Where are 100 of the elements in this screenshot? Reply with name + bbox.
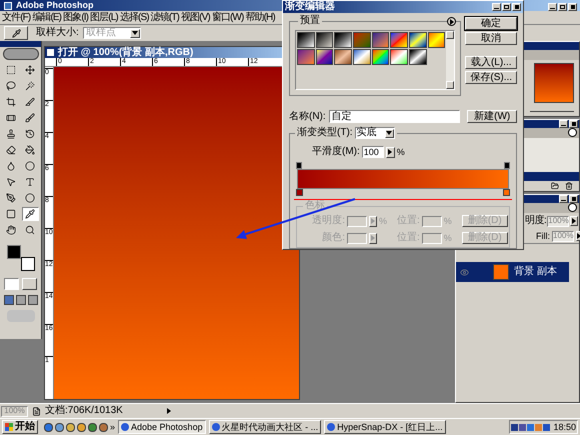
menu-item[interactable]: 窗口(W): [212, 12, 246, 22]
gradient-preset-swatch[interactable]: [316, 49, 334, 65]
gradient-preset-swatch[interactable]: [297, 32, 315, 48]
new-button[interactable]: 新建(W): [467, 110, 517, 123]
menu-item[interactable]: 编辑(E): [32, 12, 64, 22]
position-field[interactable]: [422, 216, 442, 226]
presets-menu-button[interactable]: [447, 17, 456, 26]
dialog-button[interactable]: 取消: [465, 32, 517, 45]
taskbar-task[interactable]: HyperSnap-DX - [红日上...: [324, 420, 446, 434]
gradient-type-select[interactable]: 实底: [354, 127, 395, 139]
gradient-preset-swatch[interactable]: [390, 32, 408, 48]
gradient-preset-swatch[interactable]: [297, 49, 315, 65]
dropdown-arrow-icon: [132, 31, 138, 35]
smoothness-field[interactable]: 100: [362, 146, 384, 158]
close-button[interactable]: [512, 3, 521, 11]
maximize-button[interactable]: [502, 3, 511, 11]
pointer-icon: [6, 177, 16, 187]
minimize-button[interactable]: [559, 195, 568, 203]
menu-item[interactable]: 视图(V): [180, 12, 212, 22]
color-stops-label: 色标: [303, 201, 327, 211]
menu-item[interactable]: 帮助(H): [245, 12, 277, 22]
minimize-button[interactable]: [559, 120, 568, 128]
dialog-button[interactable]: 确定: [465, 17, 517, 30]
trash-icon[interactable]: [565, 182, 573, 190]
position-unit: %: [444, 234, 452, 242]
start-button[interactable]: 开始: [2, 420, 38, 434]
smoothness-unit: %: [396, 148, 405, 156]
menu-item[interactable]: 文件(F): [2, 12, 32, 22]
menu-item[interactable]: 选择(S): [120, 12, 151, 22]
gradient-preset-swatch[interactable]: [316, 32, 334, 48]
close-button[interactable]: [569, 120, 578, 128]
tool-button[interactable]: [22, 207, 38, 221]
position-field[interactable]: [422, 232, 442, 244]
eyedropper-tool-button[interactable]: [4, 26, 28, 40]
opacity-stop-icon[interactable]: [504, 162, 510, 169]
palette-menu-icon[interactable]: [568, 203, 577, 212]
gradient-preset-swatch[interactable]: [353, 49, 371, 65]
layer-row[interactable]: 背景 副本: [456, 262, 569, 282]
brush-icon: [25, 113, 35, 123]
dialog-button[interactable]: 载入(L)...: [465, 56, 517, 69]
stop-value-field[interactable]: [347, 232, 367, 244]
stop-field-label: 透明度:: [311, 216, 345, 226]
layer-thumbnail: [493, 264, 509, 280]
clock: 18:50: [553, 422, 576, 432]
menu-item[interactable]: 图层(L): [90, 12, 120, 22]
circle-icon: [25, 161, 35, 171]
new-snapshot-icon[interactable]: [551, 182, 559, 190]
note-icon: [6, 209, 16, 219]
visibility-icon[interactable]: [460, 268, 469, 276]
close-button[interactable]: [568, 3, 577, 11]
droplet-icon: [6, 161, 16, 171]
more-icons-button[interactable]: »: [110, 422, 116, 432]
menu-item[interactable]: 图象(I): [63, 12, 90, 22]
taskbar-task[interactable]: 火星时代动画大社区 - ...: [208, 420, 322, 434]
stop-value-field[interactable]: [347, 216, 367, 226]
stop-arrow-button[interactable]: [369, 216, 377, 226]
color-stop-icon[interactable]: [296, 189, 303, 196]
gradient-preset-swatch[interactable]: [428, 32, 446, 48]
taskbar-task[interactable]: Adobe Photoshop: [118, 420, 206, 434]
task-label: HyperSnap-DX - [红日上...: [337, 422, 443, 432]
navigator-thumbnail: [534, 63, 574, 103]
arrow-icon: [388, 149, 392, 155]
palette-menu-icon[interactable]: [568, 128, 577, 137]
gradient-type-label: 渐变类型(T):: [297, 128, 353, 138]
gradient-preset-swatch[interactable]: [390, 49, 408, 65]
stop-arrow-button[interactable]: [369, 232, 377, 244]
smoothness-arrow-button[interactable]: [386, 146, 395, 158]
position-label: 位置:: [397, 216, 420, 226]
arrow-icon: [577, 233, 580, 239]
close-button[interactable]: [569, 195, 578, 203]
opacity-arrow-button[interactable]: [570, 216, 578, 226]
name-field[interactable]: 自定: [328, 110, 460, 123]
windows-flag-icon: [5, 423, 13, 431]
stop-unit: %: [379, 216, 387, 226]
dropdown-arrow-icon: [386, 131, 392, 135]
app-logo-icon: [4, 2, 12, 10]
stamp-icon: [6, 129, 16, 139]
minimize-button[interactable]: [548, 3, 557, 11]
gradient-preset-swatch[interactable]: [334, 32, 352, 48]
gradient-preset-swatch[interactable]: [353, 32, 371, 48]
gradient-preset-swatch[interactable]: [334, 49, 352, 65]
opacity-stop-icon[interactable]: [296, 162, 302, 169]
restore-button[interactable]: [558, 3, 567, 11]
marquee-icon: [6, 65, 16, 75]
scrollbar[interactable]: [446, 31, 454, 89]
gradient-preset-swatch[interactable]: [372, 32, 390, 48]
gradient-preset-swatch[interactable]: [409, 49, 427, 65]
layer-name: 背景 副本: [514, 267, 557, 277]
minimize-button[interactable]: [492, 3, 501, 11]
dialog-button[interactable]: 保存(S)...: [465, 71, 517, 84]
color-stop-icon[interactable]: [503, 189, 510, 196]
foreground-color-swatch[interactable]: [6, 245, 20, 259]
gradient-preset-swatch[interactable]: [409, 32, 427, 48]
gradient-preset-swatch[interactable]: [372, 49, 390, 65]
quick-mask-button[interactable]: [22, 278, 37, 290]
menu-item[interactable]: 滤镜(T): [150, 12, 181, 22]
background-color-swatch[interactable]: [20, 257, 34, 271]
pen-icon: [6, 193, 16, 203]
standard-mode-button[interactable]: [4, 278, 19, 290]
arrow-icon: [572, 218, 576, 224]
